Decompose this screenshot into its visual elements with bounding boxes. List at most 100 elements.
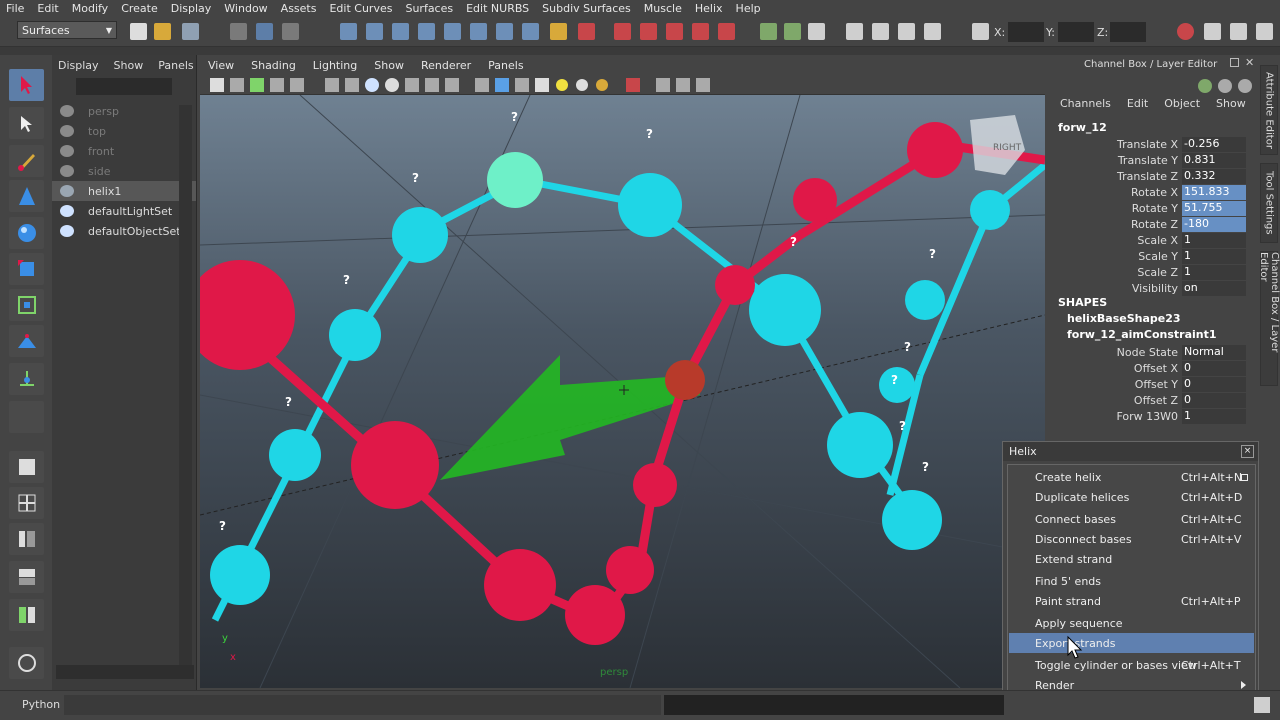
menu-edit[interactable]: Edit (37, 2, 58, 15)
helix-menu-item[interactable]: Connect bases Ctrl+Alt+C (1009, 509, 1254, 529)
outliner-item[interactable]: persp (52, 101, 196, 121)
menu-display[interactable]: Display (171, 2, 212, 15)
four-view-layout-button[interactable] (9, 487, 44, 519)
hypershade-layout-button[interactable] (9, 599, 44, 631)
channel-name[interactable]: Translate X (1042, 138, 1182, 151)
channel-value[interactable]: 1 (1182, 232, 1246, 248)
helix-menu-item[interactable]: Find 5' ends (1009, 571, 1254, 591)
viewport-menu-shading[interactable]: Shading (251, 59, 296, 72)
layout-icon[interactable] (760, 23, 777, 40)
constraint-channel-row[interactable]: Offset X0 (1042, 360, 1246, 376)
script-editor-icon[interactable] (898, 23, 915, 40)
helix-menu-item[interactable]: Export strands (1009, 633, 1254, 653)
move-tool-button[interactable] (9, 180, 44, 212)
magnet-icon[interactable] (718, 23, 735, 40)
graph-icon[interactable] (784, 23, 801, 40)
command-input[interactable] (64, 695, 661, 715)
select-component-icon[interactable] (282, 23, 299, 40)
channel-box-toggle-icon[interactable] (1256, 23, 1273, 40)
key-all-icon[interactable] (1218, 79, 1232, 93)
channel-name[interactable]: Visibility (1042, 282, 1182, 295)
channel-name[interactable]: Scale Y (1042, 250, 1182, 263)
key-icon[interactable] (1198, 79, 1212, 93)
channel-value[interactable]: 151.833 (1182, 184, 1246, 200)
shape-node-name[interactable]: forw_12_aimConstraint1 (1067, 328, 1217, 341)
tab-channel-box[interactable]: Channel Box / Layer Editor (1258, 251, 1280, 386)
menu-muscle[interactable]: Muscle (644, 2, 682, 15)
constraint-channel-row[interactable]: Offset Z0 (1042, 392, 1246, 408)
menu-surfaces[interactable]: Surfaces (405, 2, 453, 15)
channel-value[interactable]: 1 (1182, 264, 1246, 280)
tab-attribute-editor[interactable]: Attribute Editor (1260, 65, 1278, 155)
construction-icon[interactable] (470, 23, 487, 40)
close-icon[interactable]: × (1241, 445, 1254, 458)
select-hierarchy-icon[interactable] (230, 23, 247, 40)
help-icon[interactable] (522, 23, 539, 40)
channel-row[interactable]: Translate Z 0.332 (1042, 168, 1246, 184)
viewport-menu-show[interactable]: Show (374, 59, 404, 72)
channel-name[interactable]: Offset Z (1042, 394, 1182, 407)
custom-tool-button[interactable] (9, 647, 44, 679)
channel-row[interactable]: Translate X -0.256 (1042, 136, 1246, 152)
attribute-icon[interactable] (924, 23, 941, 40)
list-icon[interactable] (808, 23, 825, 40)
panel-float-icon[interactable] (1230, 58, 1239, 67)
selected-object-name[interactable]: forw_12 (1058, 121, 1107, 134)
script-editor-icon[interactable] (1254, 697, 1270, 713)
channel-row[interactable]: Scale Z1 (1042, 264, 1246, 280)
channel-name[interactable]: Rotate Z (1042, 218, 1182, 231)
selection-mask-icon[interactable] (578, 23, 595, 40)
snap-plane-icon[interactable] (418, 23, 435, 40)
key-selected-icon[interactable] (1238, 79, 1252, 93)
attribute-editor-toggle-icon[interactable] (1204, 23, 1221, 40)
menu-help[interactable]: Help (736, 2, 761, 15)
channel-name[interactable]: Rotate Y (1042, 202, 1182, 215)
outliner-item[interactable]: side (52, 161, 196, 181)
channel-value[interactable]: -180 (1182, 216, 1246, 232)
ipr-render-icon[interactable] (640, 23, 657, 40)
helix-menu-item[interactable]: Create helix Ctrl+Alt+N (1009, 467, 1254, 487)
channel-menu-show[interactable]: Show (1216, 97, 1246, 110)
helix-menu-item[interactable]: Extend strand (1009, 549, 1254, 569)
menu-helix[interactable]: Helix (695, 2, 723, 15)
y-input[interactable] (1058, 22, 1094, 42)
channel-name[interactable]: Scale Z (1042, 266, 1182, 279)
panel-close-icon[interactable]: ✕ (1245, 56, 1254, 69)
helix-menu-item[interactable]: Toggle cylinder or bases view Ctrl+Alt+T (1009, 655, 1254, 675)
channel-row[interactable]: Rotate Y 51.755 (1042, 200, 1246, 216)
constraint-channel-row[interactable]: Node State Normal (1042, 344, 1246, 360)
channel-name[interactable]: Offset X (1042, 362, 1182, 375)
menu-window[interactable]: Window (224, 2, 267, 15)
channel-value[interactable]: Normal (1182, 344, 1246, 360)
outliner-layout-button[interactable] (9, 523, 44, 555)
node-editor-icon[interactable] (872, 23, 889, 40)
render-view-icon[interactable] (1177, 23, 1194, 40)
tab-tool-settings[interactable]: Tool Settings (1260, 163, 1278, 243)
channel-menu-object[interactable]: Object (1164, 97, 1200, 110)
menu-edit-curves[interactable]: Edit Curves (329, 2, 392, 15)
channel-value[interactable]: 1 (1182, 408, 1246, 424)
helix-menu-item[interactable]: Disconnect bases Ctrl+Alt+V (1009, 529, 1254, 549)
paint-select-tool-button[interactable] (9, 145, 44, 177)
history-icon[interactable] (444, 23, 461, 40)
snap-point-icon[interactable] (392, 23, 409, 40)
shape-node-name[interactable]: helixBaseShape23 (1067, 312, 1181, 325)
viewport-menu-renderer[interactable]: Renderer (421, 59, 471, 72)
graph-layout-button[interactable] (9, 561, 44, 593)
z-input[interactable] (1110, 22, 1146, 42)
universal-manipulator-button[interactable] (9, 289, 44, 321)
transform-input-icon[interactable] (972, 23, 989, 40)
menu-edit-nurbs[interactable]: Edit NURBS (466, 2, 529, 15)
outliner-item[interactable]: helix1 (52, 181, 196, 201)
channel-value[interactable]: 0.332 (1182, 168, 1246, 184)
outliner-icon[interactable] (846, 23, 863, 40)
outliner-scrollbar[interactable] (179, 105, 192, 665)
lasso-tool-button[interactable] (9, 107, 44, 139)
channel-value[interactable]: 0.831 (1182, 152, 1246, 168)
select-object-icon[interactable] (256, 23, 273, 40)
helix-menu-titlebar[interactable]: Helix × (1003, 442, 1258, 461)
outliner-menu-panels[interactable]: Panels (158, 59, 193, 72)
helix-menu-item[interactable]: Paint strand Ctrl+Alt+P (1009, 591, 1254, 611)
outliner-item[interactable]: defaultObjectSet (52, 221, 196, 241)
soft-modification-button[interactable] (9, 325, 44, 357)
